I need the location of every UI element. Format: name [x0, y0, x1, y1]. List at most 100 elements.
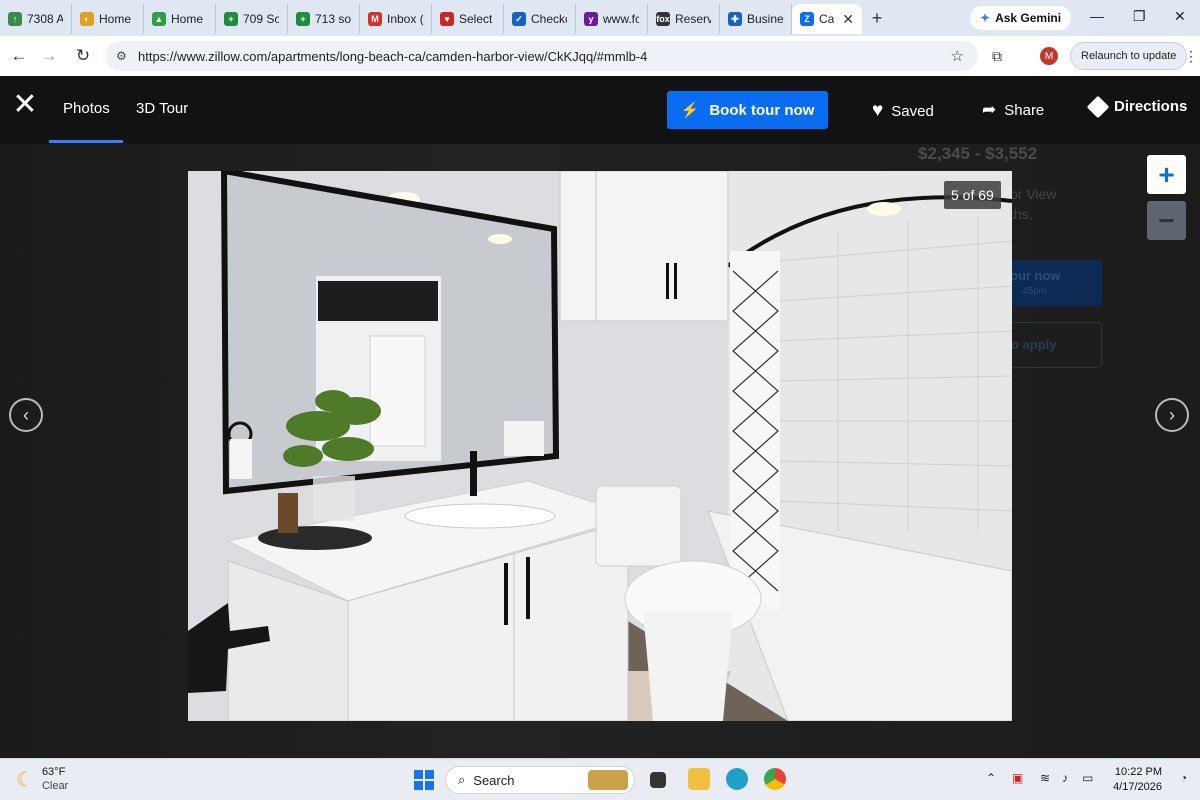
browser-tab[interactable]: +709 So	[216, 4, 288, 34]
zillow-favicon-icon: Z	[800, 12, 814, 26]
browser-tab[interactable]: ✚ Busine	[720, 4, 792, 34]
share-icon: ➦	[982, 100, 997, 119]
notification-app-icon[interactable]: ▣	[1012, 771, 1023, 785]
background-book-sub: 45pm	[1022, 286, 1048, 297]
close-icon[interactable]: ✕	[12, 90, 38, 120]
browser-tab[interactable]: ◐ Home	[72, 4, 144, 34]
browser-tab-label: Home	[171, 12, 204, 26]
browser-tab-label: Checkc	[531, 12, 567, 26]
directions-label: Directions	[1114, 98, 1188, 115]
search-highlight-icon	[588, 770, 628, 790]
active-tab-indicator	[49, 140, 123, 143]
browser-tab[interactable]: ✓ Checkc	[504, 4, 576, 34]
close-tab-icon[interactable]: ✕	[842, 11, 854, 28]
tab-favicon-icon: ↑	[8, 12, 22, 26]
share-button[interactable]: ➦ Share	[982, 100, 1044, 120]
tab-photos[interactable]: Photos	[63, 100, 110, 117]
background-apply-label: o apply	[1011, 337, 1057, 352]
viewer-topbar: ✕ Photos 3D Tour ⚡ Book tour now ♥ Saved…	[0, 76, 1200, 144]
book-tour-button[interactable]: ⚡ Book tour now	[667, 91, 828, 129]
browser-tab-active[interactable]: Z Ca ✕	[792, 4, 862, 34]
browser-tab-label: www.fc	[603, 12, 639, 26]
browser-tab-label: Reserv	[675, 12, 711, 26]
notifications-bell-icon[interactable]: ◔	[1180, 771, 1187, 785]
restore-icon[interactable]: ❐	[1133, 8, 1146, 25]
ask-gemini-label: Ask Gemini	[995, 11, 1062, 25]
close-window-icon[interactable]: ✕	[1174, 8, 1186, 25]
edge-icon[interactable]	[726, 768, 748, 790]
windows-taskbar: ☾ 63°F Clear ⌕ Search ⌃ ▣ ≋ ♪ ▭ 10:22 PM…	[0, 758, 1200, 800]
zoom-in-button[interactable]: +	[1147, 155, 1186, 194]
browser-tab[interactable]: fox Reserv	[648, 4, 720, 34]
browser-tab-label: Inbox (	[387, 12, 423, 26]
clock-time: 10:22 PM	[1114, 766, 1162, 778]
background-text-1: or View	[1010, 186, 1057, 202]
file-explorer-icon[interactable]	[688, 768, 710, 790]
minimize-icon[interactable]: —	[1090, 8, 1104, 24]
url-text: https://www.zillow.com/apartments/long-b…	[138, 48, 648, 64]
directions-button[interactable]: Directions	[1086, 95, 1188, 118]
browser-tab[interactable]: y www.fc	[576, 4, 648, 34]
search-icon: ⌕	[458, 772, 466, 787]
next-photo-button[interactable]: ›	[1155, 398, 1189, 432]
site-info-icon[interactable]: ⚙	[116, 49, 127, 63]
book-tour-label: Book tour now	[709, 101, 815, 119]
taskbar-search[interactable]: ⌕ Search	[445, 766, 635, 794]
tab-3d-tour[interactable]: 3D Tour	[136, 100, 188, 117]
heart-icon: ♥	[872, 100, 884, 121]
tab-search-icon[interactable]: ⧉	[992, 48, 1002, 65]
volume-icon[interactable]: ♪	[1062, 771, 1068, 785]
tab-favicon-icon: +	[224, 12, 238, 26]
browser-tab[interactable]: ↑ 7308 A	[0, 4, 72, 34]
tray-expand-icon[interactable]: ⌃	[986, 771, 996, 785]
taskbar-clock[interactable]: 10:22 PM 4/17/2026	[1113, 765, 1162, 795]
weather-text: 63°F Clear	[42, 765, 68, 793]
previous-photo-button[interactable]: ‹	[9, 398, 43, 432]
windows-start-icon[interactable]	[414, 770, 434, 790]
reload-icon[interactable]: ↻	[68, 46, 98, 66]
weather-widget[interactable]: ☾ 63°F Clear	[16, 765, 68, 793]
browser-tab-label: Select	[459, 12, 493, 26]
photo-counter: 5 of 69	[944, 181, 1001, 209]
profile-avatar[interactable]: M	[1040, 47, 1058, 65]
listing-photo	[188, 171, 1012, 721]
forward-icon[interactable]: →	[34, 46, 64, 66]
menu-icon[interactable]: ⋮	[1184, 48, 1198, 65]
browser-tab[interactable]: ▲ Home	[144, 4, 216, 34]
gemini-icon: ✦	[980, 11, 991, 25]
new-tab-button[interactable]: +	[862, 8, 892, 29]
browser-tab[interactable]: M Inbox (	[360, 4, 432, 34]
saved-button[interactable]: ♥ Saved	[872, 100, 934, 122]
browser-tab[interactable]: ♥ Select	[432, 4, 504, 34]
clock-date: 4/17/2026	[1113, 781, 1162, 793]
browser-tab-label: Home	[99, 12, 132, 26]
battery-icon[interactable]: ▭	[1082, 771, 1093, 785]
wifi-icon[interactable]: ≋	[1040, 771, 1050, 785]
relaunch-button[interactable]: Relaunch to update	[1070, 42, 1188, 70]
tab-favicon-icon: ✓	[512, 12, 526, 26]
task-view-icon[interactable]	[650, 772, 666, 788]
bathroom-photo-image	[188, 171, 1012, 721]
browser-tab[interactable]: +713 so	[288, 4, 360, 34]
weather-temp: 63°F	[41, 766, 66, 778]
tab-favicon-icon: +	[296, 12, 310, 26]
saved-label: Saved	[891, 102, 934, 120]
tab-favicon-icon: ✚	[728, 12, 742, 26]
url-field[interactable]: ⚙ https://www.zillow.com/apartments/long…	[106, 41, 978, 71]
zoom-out-button[interactable]: −	[1147, 201, 1186, 240]
share-label: Share	[1004, 101, 1045, 119]
tab-favicon-icon: ♥	[440, 12, 454, 26]
photo-lightbox: $2,345 - $3,552 or View ths, our now 45p…	[0, 76, 1200, 758]
moon-icon: ☾	[16, 768, 34, 791]
address-bar: ← → ↻ ⚙ https://www.zillow.com/apartment…	[0, 36, 1200, 76]
browser-tab-label: 7308 A	[27, 12, 63, 26]
background-book-label: our now	[1010, 268, 1061, 283]
back-icon[interactable]: ←	[4, 46, 34, 66]
bookmark-star-icon[interactable]: ☆	[951, 47, 964, 65]
chrome-icon[interactable]	[764, 768, 786, 790]
browser-tab-label: 713 so	[315, 12, 351, 26]
ask-gemini-button[interactable]: ✦ Ask Gemini	[970, 6, 1072, 30]
tab-favicon-icon: y	[584, 12, 598, 26]
background-price: $2,345 - $3,552	[918, 144, 1038, 163]
directions-icon	[1086, 95, 1110, 118]
